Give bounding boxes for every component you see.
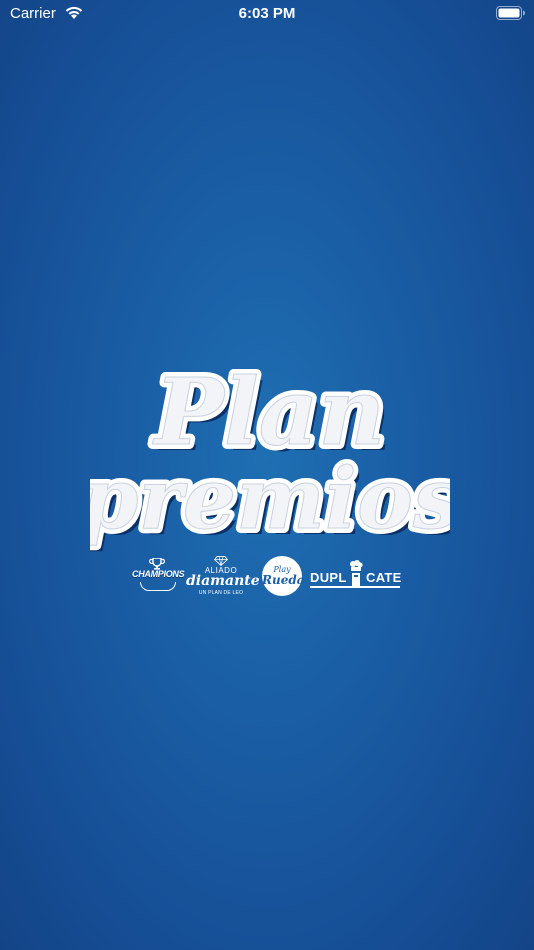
champions-label: CHAMPIONS [132, 569, 185, 579]
diamond-icon [214, 556, 228, 566]
logo-line2: premios [90, 449, 450, 548]
battery-icon [496, 6, 525, 20]
status-bar: Carrier 6:03 PM [0, 0, 534, 28]
duplicate-left-label: DUPL [310, 570, 347, 585]
rueda-label: Rueda [262, 573, 305, 587]
duplicate-logo: DUPL CATE [308, 560, 404, 594]
plan-premios-logo: Plan Plan Plan premios premios premios [90, 348, 450, 578]
sponsor-logos: CHAMPIONS ALIADO diamante UN PLAN DE LEO… [130, 556, 405, 600]
diamante-label: diamante [186, 573, 260, 589]
champions-banner [140, 582, 176, 591]
chef-hat-icon [350, 560, 363, 586]
status-time: 6:03 PM [238, 5, 296, 22]
play-rueda-logo: Play Rueda [262, 556, 305, 596]
aliado-sub-label: UN PLAN DE LEO [198, 590, 244, 596]
aliado-diamante-logo: ALIADO diamante UN PLAN DE LEO [186, 556, 260, 598]
duplicate-right-label: CATE [366, 570, 402, 585]
duplicate-underline [310, 586, 400, 588]
champions-logo: CHAMPIONS [132, 558, 185, 596]
